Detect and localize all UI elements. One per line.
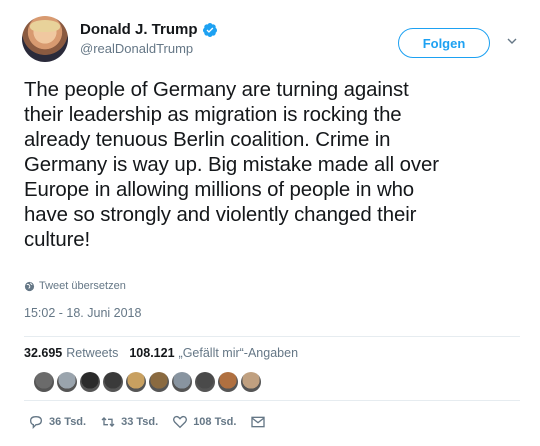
liker-avatar[interactable] — [149, 372, 169, 392]
envelope-icon — [251, 416, 266, 428]
reply-count: 36 Tsd. — [49, 416, 87, 428]
name-row: Donald J. Trump — [80, 21, 218, 38]
retweet-icon — [101, 417, 115, 427]
retweet-button[interactable]: 33 Tsd. — [100, 414, 158, 430]
liker-avatar[interactable] — [172, 372, 192, 392]
tweet-stats: 32.695 Retweets 108.121 „Gefällt mir“-An… — [24, 346, 305, 360]
user-handle[interactable]: @realDonaldTrump — [80, 41, 218, 56]
liker-avatar[interactable] — [80, 372, 100, 392]
liker-avatar[interactable] — [57, 372, 77, 392]
follow-button[interactable]: Folgen — [398, 28, 490, 58]
liker-avatars — [34, 372, 261, 392]
chevron-down-icon[interactable] — [506, 35, 518, 47]
tweet-timestamp[interactable]: 15:02 - 18. Juni 2018 — [24, 306, 141, 320]
verified-badge-icon — [202, 22, 217, 37]
user-avatar[interactable] — [22, 16, 68, 62]
retweets-count[interactable]: 32.695 — [24, 346, 62, 360]
translate-tweet-link[interactable]: Tweet übersetzen — [24, 280, 126, 292]
liker-avatar[interactable] — [195, 372, 215, 392]
tweet-actions: 36 Tsd. 33 Tsd. 108 Tsd. — [28, 414, 280, 430]
like-button[interactable]: 108 Tsd. — [172, 414, 236, 430]
heart-icon — [173, 415, 188, 429]
liker-avatar[interactable] — [126, 372, 146, 392]
liker-avatar[interactable] — [218, 372, 238, 392]
translate-label[interactable]: Tweet übersetzen — [39, 280, 126, 292]
liker-avatar[interactable] — [241, 372, 261, 392]
like-count: 108 Tsd. — [193, 416, 237, 428]
retweet-count: 33 Tsd. — [121, 416, 159, 428]
tweet-header: Donald J. Trump @realDonaldTrump Folgen — [22, 14, 532, 66]
user-name-block: Donald J. Trump @realDonaldTrump — [80, 21, 218, 56]
likes-count[interactable]: 108.121 — [129, 346, 174, 360]
divider — [24, 400, 520, 401]
divider — [24, 336, 520, 337]
likes-label[interactable]: „Gefällt mir“-Angaben — [179, 346, 299, 360]
display-name[interactable]: Donald J. Trump — [80, 21, 198, 38]
liker-avatar[interactable] — [103, 372, 123, 392]
reply-button[interactable]: 36 Tsd. — [28, 414, 86, 430]
liker-avatar[interactable] — [34, 372, 54, 392]
tweet-text: The people of Germany are turning agains… — [24, 79, 439, 251]
retweets-label[interactable]: Retweets — [66, 346, 118, 360]
direct-message-button[interactable] — [250, 414, 266, 430]
reply-icon — [29, 415, 43, 429]
globe-icon — [24, 281, 35, 291]
